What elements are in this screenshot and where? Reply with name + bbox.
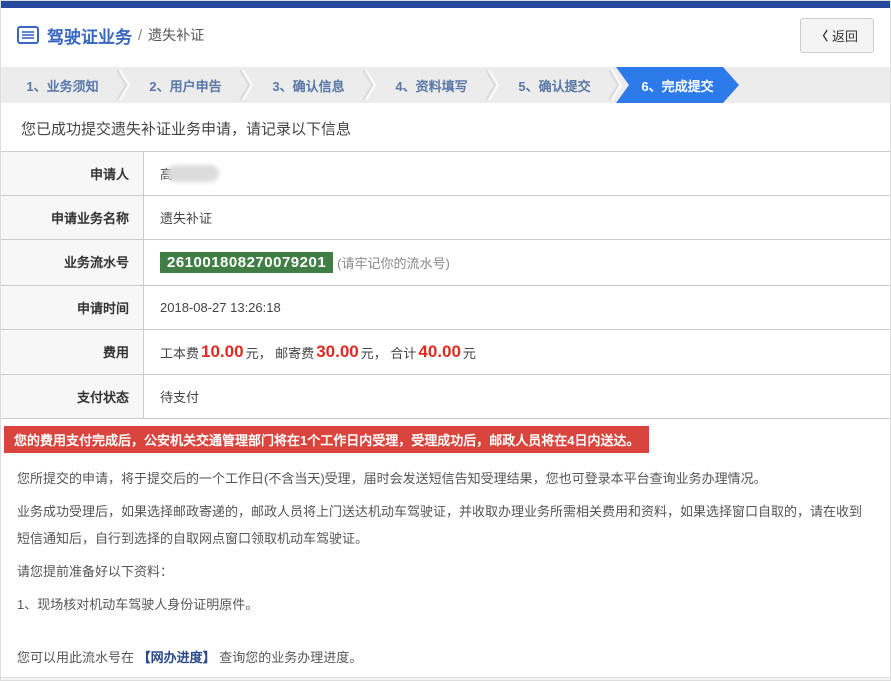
- fee-amount-postage: 30.00: [316, 342, 359, 362]
- fee-text: 元， 邮寄费: [246, 343, 315, 362]
- table-row-applicant: 申请人 高: [1, 152, 890, 196]
- instruction-paragraph: 1、现场核对机动车驾驶人身份证明原件。: [17, 591, 874, 618]
- progress-note-prefix: 您可以用此流水号在: [17, 650, 134, 665]
- row-value: 工本费 10.00 元， 邮寄费 30.00 元， 合计 40.00 元: [144, 330, 890, 374]
- page-title: 驾驶证业务: [47, 23, 132, 48]
- tab-step-4[interactable]: 4、资料填写: [370, 67, 493, 103]
- tab-step-2[interactable]: 2、用户申告: [124, 67, 247, 103]
- step-tabs: 1、业务须知 2、用户申告 3、确认信息 4、资料填写 5、确认提交 6、完成提…: [1, 67, 890, 103]
- fee-amount-total: 40.00: [418, 342, 461, 362]
- serial-number-note: (请牢记你的流水号): [337, 253, 450, 272]
- row-label: 支付状态: [1, 375, 144, 418]
- tab-step-1[interactable]: 1、业务须知: [1, 67, 124, 103]
- fee-amount-base: 10.00: [201, 342, 244, 362]
- serial-number-badge: 261001808270079201: [160, 252, 333, 273]
- tab-step-3[interactable]: 3、确认信息: [247, 67, 370, 103]
- fee-text: 元， 合计: [361, 343, 417, 362]
- breadcrumb-current: 遗失补证: [148, 25, 204, 45]
- row-value: 高: [144, 152, 890, 195]
- row-value: 2018-08-27 13:26:18: [144, 286, 890, 329]
- payment-status-value: 待支付: [144, 375, 890, 418]
- row-label: 申请人: [1, 152, 144, 195]
- table-row-apply-time: 申请时间 2018-08-27 13:26:18: [1, 286, 890, 330]
- table-row-payment-status: 支付状态 待支付: [1, 375, 890, 419]
- table-row-service-name: 申请业务名称 遗失补证: [1, 196, 890, 240]
- row-label: 业务流水号: [1, 240, 144, 285]
- back-chevron-icon: 〈: [816, 27, 828, 44]
- fee-text: 元: [463, 343, 476, 362]
- row-value: 遗失补证: [144, 196, 890, 239]
- page-header: 驾驶证业务 / 遗失补证 〈 返回: [1, 8, 890, 62]
- tab-step-5[interactable]: 5、确认提交: [493, 67, 616, 103]
- progress-note: 您可以用此流水号在 【网办进度】 查询您的业务办理进度。: [17, 644, 874, 671]
- page-container: 驾驶证业务 / 遗失补证 〈 返回 1、业务须知 2、用户申告 3、确认信息 4…: [0, 0, 891, 681]
- row-label: 申请业务名称: [1, 196, 144, 239]
- row-value: 261001808270079201 (请牢记你的流水号): [144, 240, 890, 285]
- row-label: 申请时间: [1, 286, 144, 329]
- payment-notice-banner: 您的费用支付完成后，公安机关交通管理部门将在1个工作日内受理，受理成功后，邮政人…: [4, 426, 649, 453]
- progress-link: 【网办进度】: [138, 650, 216, 665]
- action-footer: ¥ 继续支付 ¥ 取消支付 返回: [1, 677, 890, 681]
- table-row-fee: 费用 工本费 10.00 元， 邮寄费 30.00 元， 合计 40.00 元: [1, 330, 890, 375]
- instruction-paragraph: 业务成功受理后，如果选择邮政寄递的，邮政人员将上门送达机动车驾驶证，并收取办理业…: [17, 498, 874, 552]
- table-row-serial-number: 业务流水号 261001808270079201 (请牢记你的流水号): [1, 240, 890, 286]
- back-button-label: 返回: [832, 26, 858, 45]
- redaction-blur: [167, 165, 219, 182]
- row-label: 费用: [1, 330, 144, 374]
- header-back-button[interactable]: 〈 返回: [800, 18, 874, 53]
- fee-text: 工本费: [160, 343, 199, 362]
- instruction-paragraph: 请您提前准备好以下资料：: [17, 558, 874, 585]
- instructions-section: 您所提交的申请，将于提交后的一个工作日(不含当天)受理，届时会发送短信告知受理结…: [1, 455, 890, 677]
- tab-step-6-active[interactable]: 6、完成提交: [616, 67, 739, 103]
- breadcrumb-separator: /: [138, 27, 142, 44]
- list-icon: [17, 26, 39, 44]
- progress-note-suffix: 查询您的业务办理进度。: [219, 650, 362, 665]
- application-info-table: 申请人 高 申请业务名称 遗失补证 业务流水号 2610018082700792…: [1, 151, 890, 419]
- success-message: 您已成功提交遗失补证业务申请，请记录以下信息: [21, 118, 870, 139]
- top-accent-bar: [1, 1, 890, 8]
- instruction-paragraph: 您所提交的申请，将于提交后的一个工作日(不含当天)受理，届时会发送短信告知受理结…: [17, 465, 874, 492]
